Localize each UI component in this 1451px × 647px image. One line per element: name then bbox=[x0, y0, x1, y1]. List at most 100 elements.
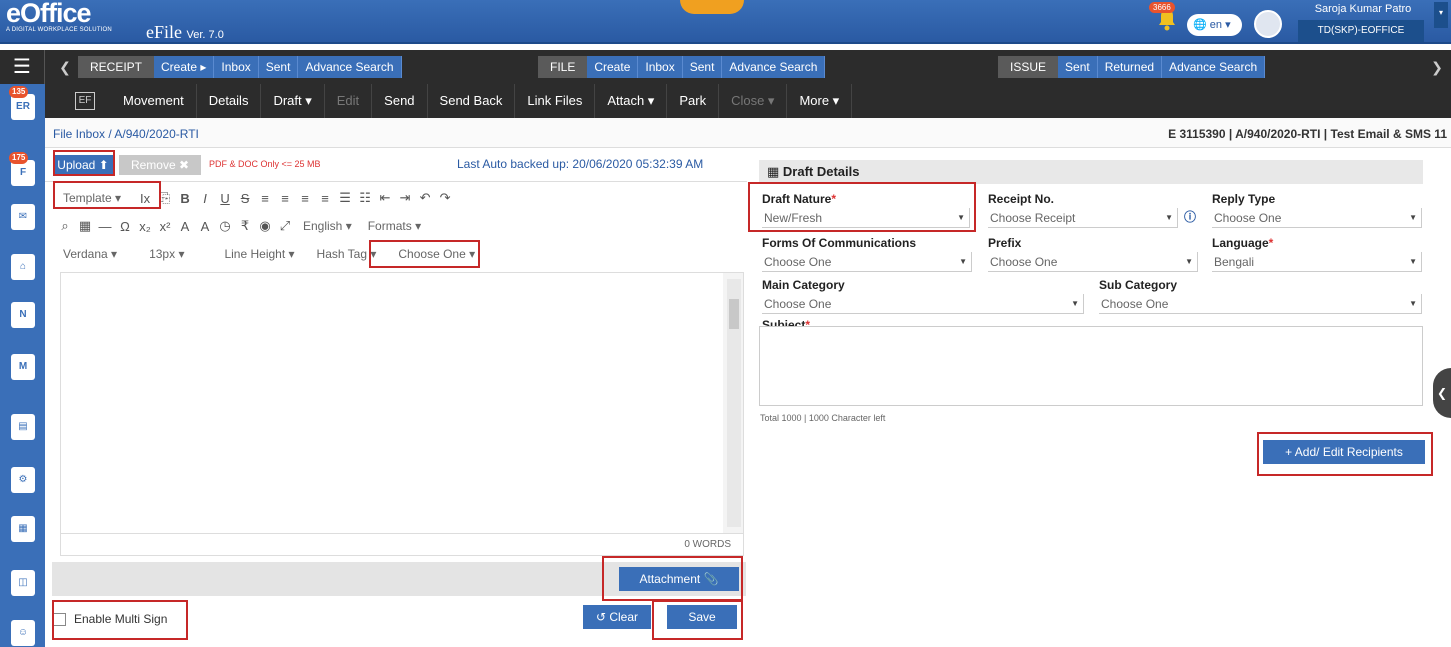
issue-advance-search-link[interactable]: Advance Search bbox=[1162, 56, 1266, 78]
file-create-link[interactable]: Create bbox=[587, 56, 639, 78]
align-left-icon[interactable]: ≡ bbox=[255, 191, 275, 206]
draft-menu-button[interactable]: Draft ▾ bbox=[261, 84, 325, 118]
sidebar-dashboard-icon[interactable]: ⌂ bbox=[11, 254, 35, 280]
remove-button[interactable]: Remove ✖ bbox=[119, 155, 201, 175]
strikethrough-icon[interactable]: S bbox=[235, 191, 255, 206]
prefix-select[interactable]: Choose One ▼ bbox=[988, 252, 1198, 272]
special-char-icon[interactable]: Ω bbox=[115, 219, 135, 234]
bold-icon[interactable]: B bbox=[175, 191, 195, 206]
receipt-sent-link[interactable]: Sent bbox=[259, 56, 299, 78]
reply-type-select[interactable]: Choose One ▼ bbox=[1212, 208, 1422, 228]
language-selector[interactable]: 🌐 en ▾ bbox=[1187, 14, 1242, 36]
undo-icon[interactable]: ↶ bbox=[415, 190, 435, 206]
sub-category-select[interactable]: Choose One ▼ bbox=[1099, 294, 1422, 314]
justify-icon[interactable]: ≡ bbox=[315, 191, 335, 206]
user-avatar[interactable] bbox=[1254, 10, 1282, 38]
info-icon[interactable]: ⓘ bbox=[1184, 208, 1196, 225]
editor-text-body[interactable] bbox=[61, 273, 723, 533]
user-menu-chevron-icon[interactable]: ▾ bbox=[1434, 2, 1448, 28]
panel-collapse-icon[interactable]: ❮ bbox=[1433, 368, 1451, 418]
find-icon[interactable]: ⌕ bbox=[55, 218, 75, 234]
sidebar-notes-icon[interactable]: N bbox=[11, 302, 35, 328]
sidebar-mail-icon[interactable]: M bbox=[11, 354, 35, 380]
receipt-inbox-link[interactable]: Inbox bbox=[214, 56, 259, 78]
header-center-tab[interactable] bbox=[680, 0, 744, 14]
numbered-list-icon[interactable]: ☷ bbox=[355, 190, 375, 206]
formats-dropdown[interactable]: Formats ▾ bbox=[360, 219, 429, 233]
link-files-button[interactable]: Link Files bbox=[515, 84, 596, 118]
subject-textarea[interactable] bbox=[759, 326, 1423, 406]
issue-nav-label[interactable]: ISSUE bbox=[998, 56, 1059, 78]
sidebar-file-icon[interactable]: F 175 bbox=[9, 152, 35, 186]
receipt-no-field[interactable]: Receipt No. Choose Receipt ▼ ⓘ bbox=[988, 192, 1198, 228]
bullet-list-icon[interactable]: ☰ bbox=[335, 190, 355, 206]
send-back-button[interactable]: Send Back bbox=[428, 84, 516, 118]
park-button[interactable]: Park bbox=[667, 84, 720, 118]
font-family-dropdown[interactable]: Verdana ▾ bbox=[55, 247, 125, 261]
redo-icon[interactable]: ↷ bbox=[435, 190, 455, 206]
receipt-advance-search-link[interactable]: Advance Search bbox=[298, 56, 402, 78]
language-select[interactable]: Bengali ▼ bbox=[1212, 252, 1422, 272]
receipt-nav-label[interactable]: RECEIPT bbox=[78, 56, 155, 78]
breadcrumb-path[interactable]: File Inbox / A/940/2020-RTI bbox=[53, 127, 199, 141]
italic-icon[interactable]: I bbox=[195, 191, 215, 206]
sub-category-field[interactable]: Sub Category Choose One ▼ bbox=[1099, 278, 1422, 314]
receipt-create-link[interactable]: Create ▸ bbox=[154, 56, 215, 78]
more-menu-button[interactable]: More ▾ bbox=[787, 84, 853, 118]
sidebar-users-icon[interactable]: ☺ bbox=[11, 620, 35, 646]
user-role[interactable]: TD(SKP)-EOFFICE bbox=[1298, 20, 1424, 42]
forms-of-communications-field[interactable]: Forms Of Communications Choose One ▼ bbox=[762, 236, 972, 272]
sidebar-templates-icon[interactable]: ▦ bbox=[11, 516, 35, 542]
subscript-icon[interactable]: x₂ bbox=[135, 219, 155, 234]
language-field[interactable]: Language* Bengali ▼ bbox=[1212, 236, 1422, 272]
reply-type-field[interactable]: Reply Type Choose One ▼ bbox=[1212, 192, 1422, 228]
text-color-icon[interactable]: A bbox=[175, 219, 195, 234]
issue-sent-link[interactable]: Sent bbox=[1058, 56, 1098, 78]
table-icon[interactable]: ▦ bbox=[75, 218, 95, 234]
spellcheck-language-dropdown[interactable]: English ▾ bbox=[295, 219, 360, 233]
nav-right-arrow-icon[interactable]: ❯ bbox=[1430, 50, 1444, 84]
forms-of-communications-select[interactable]: Choose One ▼ bbox=[762, 252, 972, 272]
prefix-field[interactable]: Prefix Choose One ▼ bbox=[988, 236, 1198, 272]
line-height-dropdown[interactable]: Line Height ▾ bbox=[192, 247, 302, 261]
notification-bell-icon[interactable]: 3666 bbox=[1149, 2, 1179, 32]
close-menu-button[interactable]: Close ▾ bbox=[719, 84, 788, 118]
sidebar-reports-icon[interactable]: ▤ bbox=[11, 414, 35, 440]
file-advance-search-link[interactable]: Advance Search bbox=[722, 56, 826, 78]
sidebar-settings-icon[interactable]: ⚙ bbox=[11, 467, 35, 493]
font-size-dropdown[interactable]: 13px ▾ bbox=[125, 247, 192, 261]
attach-menu-button[interactable]: Attach ▾ bbox=[595, 84, 668, 118]
movement-button[interactable]: Movement bbox=[111, 84, 197, 118]
edit-button[interactable]: Edit bbox=[325, 84, 373, 118]
editor-scrollbar[interactable] bbox=[727, 279, 741, 527]
main-category-field[interactable]: Main Category Choose One ▼ bbox=[762, 278, 1084, 314]
sidebar-dak-icon[interactable]: ✉ bbox=[11, 204, 35, 230]
editor-content-area[interactable] bbox=[60, 272, 744, 534]
file-nav-label[interactable]: FILE bbox=[538, 56, 588, 78]
superscript-icon[interactable]: x² bbox=[155, 219, 175, 234]
sidebar-receipt-icon[interactable]: ER 135 bbox=[9, 86, 35, 120]
receipt-no-select[interactable]: Choose Receipt ▼ bbox=[988, 208, 1178, 228]
preview-icon[interactable]: ◉ bbox=[255, 218, 275, 234]
file-sent-link[interactable]: Sent bbox=[683, 56, 723, 78]
details-button[interactable]: Details bbox=[197, 84, 262, 118]
nav-left-arrow-icon[interactable]: ❮ bbox=[58, 50, 72, 84]
sidebar-docs-icon[interactable]: ◫ bbox=[11, 570, 35, 596]
align-center-icon[interactable]: ≡ bbox=[275, 191, 295, 206]
outdent-icon[interactable]: ⇤ bbox=[375, 190, 395, 206]
send-button[interactable]: Send bbox=[372, 84, 428, 118]
fullscreen-icon[interactable]: ⤢ bbox=[275, 218, 295, 234]
hamburger-menu-icon[interactable]: ☰ bbox=[0, 50, 45, 84]
underline-icon[interactable]: U bbox=[215, 191, 235, 206]
scroll-thumb[interactable] bbox=[729, 299, 739, 329]
background-color-icon[interactable]: A bbox=[195, 219, 215, 234]
main-category-select[interactable]: Choose One ▼ bbox=[762, 294, 1084, 314]
issue-returned-link[interactable]: Returned bbox=[1098, 56, 1163, 78]
clock-icon[interactable]: ◷ bbox=[215, 218, 235, 234]
file-inbox-link[interactable]: Inbox bbox=[638, 56, 683, 78]
rupee-icon[interactable]: ₹ bbox=[235, 218, 255, 234]
clear-button[interactable]: ↺ Clear bbox=[583, 605, 651, 629]
horizontal-rule-icon[interactable]: — bbox=[95, 219, 115, 234]
indent-icon[interactable]: ⇥ bbox=[395, 190, 415, 206]
ef-icon[interactable]: EF bbox=[75, 92, 95, 110]
